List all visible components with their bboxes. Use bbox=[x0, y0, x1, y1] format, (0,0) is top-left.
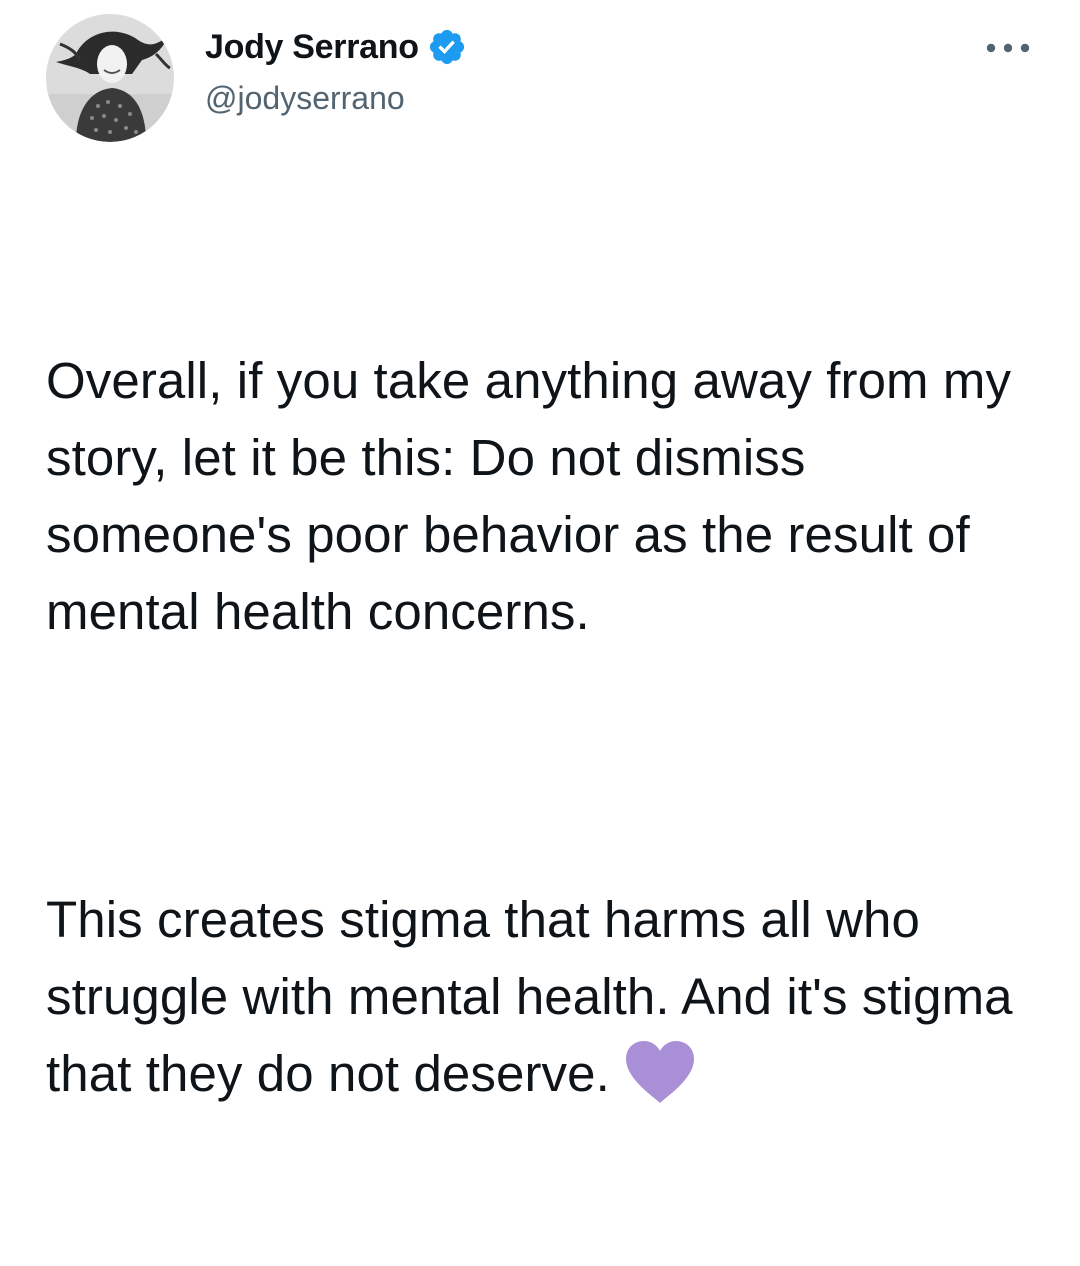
author-display-name[interactable]: Jody Serrano bbox=[205, 28, 419, 67]
purple-heart-icon bbox=[624, 1039, 696, 1105]
tweet-paragraph-2: This creates stigma that harms all who s… bbox=[46, 881, 1056, 1112]
tweet-text: Overall, if you take anything away from … bbox=[46, 188, 1056, 1266]
tweet: Jody Serrano @jodyserrano Overall, if yo… bbox=[0, 0, 1080, 1103]
more-options-button[interactable] bbox=[976, 26, 1040, 70]
author-name-row: Jody Serrano bbox=[205, 25, 467, 69]
more-options-icon bbox=[986, 43, 1030, 53]
tweet-paragraph-1: Overall, if you take anything away from … bbox=[46, 352, 1026, 640]
tweet-paragraph-2-text: This creates stigma that harms all who s… bbox=[46, 891, 1027, 1102]
avatar[interactable] bbox=[46, 14, 174, 142]
author-handle[interactable]: @jodyserrano bbox=[205, 80, 405, 117]
profile-photo-icon bbox=[46, 14, 174, 142]
verified-badge-icon bbox=[427, 27, 467, 67]
